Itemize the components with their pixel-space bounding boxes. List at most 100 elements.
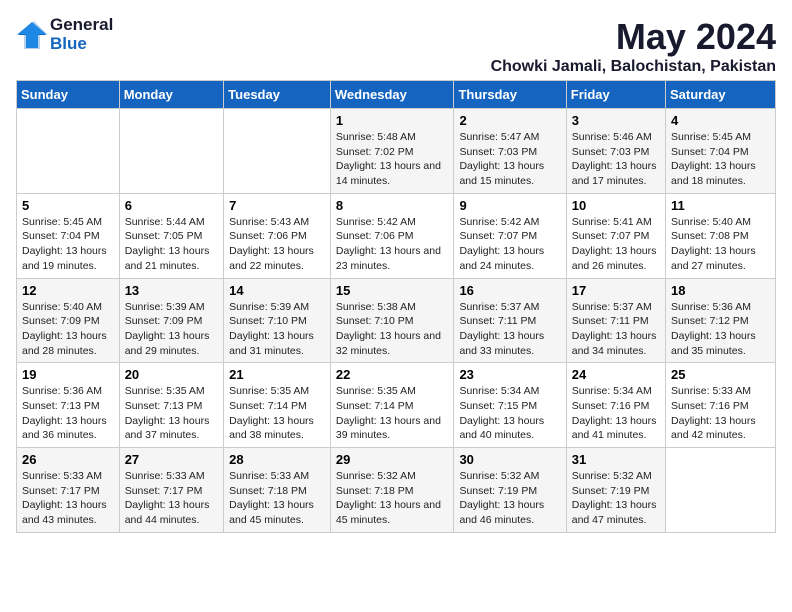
day-info: Sunrise: 5:34 AM Sunset: 7:16 PM Dayligh… xyxy=(572,384,660,443)
calendar-cell: 3 Sunrise: 5:46 AM Sunset: 7:03 PM Daylig… xyxy=(566,109,665,194)
day-info: Sunrise: 5:42 AM Sunset: 7:07 PM Dayligh… xyxy=(459,215,560,274)
calendar-cell: 5 Sunrise: 5:45 AM Sunset: 7:04 PM Daylig… xyxy=(17,193,120,278)
logo-blue: Blue xyxy=(50,35,113,54)
day-number: 26 xyxy=(22,452,114,467)
day-info: Sunrise: 5:33 AM Sunset: 7:16 PM Dayligh… xyxy=(671,384,770,443)
calendar-cell xyxy=(119,109,223,194)
calendar-week-2: 5 Sunrise: 5:45 AM Sunset: 7:04 PM Daylig… xyxy=(17,193,776,278)
day-info: Sunrise: 5:32 AM Sunset: 7:19 PM Dayligh… xyxy=(459,469,560,528)
calendar-cell: 28Sunrise: 5:33 AM Sunset: 7:18 PM Dayli… xyxy=(224,448,331,533)
day-number: 15 xyxy=(336,283,449,298)
day-header-thursday: Thursday xyxy=(454,81,566,109)
calendar-cell: 26 Sunrise: 5:33 AM Sunset: 7:17 PM Dayli… xyxy=(17,448,120,533)
day-number: 30 xyxy=(459,452,560,467)
day-number: 25 xyxy=(671,367,770,382)
day-info: Sunrise: 5:32 AM Sunset: 7:19 PM Dayligh… xyxy=(572,469,660,528)
day-number: 22 xyxy=(336,367,449,382)
day-number: 6 xyxy=(125,198,218,213)
day-info: Sunrise: 5:39 AM Sunset: 7:10 PM Dayligh… xyxy=(229,300,325,359)
calendar-cell: 13 Sunrise: 5:39 AM Sunset: 7:09 PM Dayli… xyxy=(119,278,223,363)
calendar-week-5: 26 Sunrise: 5:33 AM Sunset: 7:17 PM Dayli… xyxy=(17,448,776,533)
day-number: 20 xyxy=(125,367,218,382)
day-number: 14 xyxy=(229,283,325,298)
day-info: Sunrise: 5:33 AM Sunset: 7:17 PM Dayligh… xyxy=(22,469,114,528)
day-info: Sunrise: 5:40 AM Sunset: 7:09 PM Dayligh… xyxy=(22,300,114,359)
day-info: Sunrise: 5:40 AM Sunset: 7:08 PM Dayligh… xyxy=(671,215,770,274)
day-info: Sunrise: 5:35 AM Sunset: 7:14 PM Dayligh… xyxy=(336,384,449,443)
day-info: Sunrise: 5:37 AM Sunset: 7:11 PM Dayligh… xyxy=(572,300,660,359)
day-info: Sunrise: 5:35 AM Sunset: 7:13 PM Dayligh… xyxy=(125,384,218,443)
day-number: 3 xyxy=(572,113,660,128)
calendar-cell: 21 Sunrise: 5:35 AM Sunset: 7:14 PM Dayli… xyxy=(224,363,331,448)
location-title: Chowki Jamali, Balochistan, Pakistan xyxy=(491,58,776,76)
day-number: 8 xyxy=(336,198,449,213)
calendar-cell: 7Sunrise: 5:43 AM Sunset: 7:06 PM Daylig… xyxy=(224,193,331,278)
calendar-cell xyxy=(224,109,331,194)
day-info: Sunrise: 5:48 AM Sunset: 7:02 PM Dayligh… xyxy=(336,130,449,189)
day-info: Sunrise: 5:32 AM Sunset: 7:18 PM Dayligh… xyxy=(336,469,449,528)
day-number: 18 xyxy=(671,283,770,298)
day-number: 17 xyxy=(572,283,660,298)
calendar-cell: 30 Sunrise: 5:32 AM Sunset: 7:19 PM Dayli… xyxy=(454,448,566,533)
day-header-wednesday: Wednesday xyxy=(330,81,454,109)
day-number: 19 xyxy=(22,367,114,382)
day-info: Sunrise: 5:34 AM Sunset: 7:15 PM Dayligh… xyxy=(459,384,560,443)
day-number: 21 xyxy=(229,367,325,382)
logo-general: General xyxy=(50,16,113,35)
calendar-cell: 16Sunrise: 5:37 AM Sunset: 7:11 PM Dayli… xyxy=(454,278,566,363)
calendar-cell: 14 Sunrise: 5:39 AM Sunset: 7:10 PM Dayli… xyxy=(224,278,331,363)
day-number: 28 xyxy=(229,452,325,467)
day-number: 24 xyxy=(572,367,660,382)
day-info: Sunrise: 5:33 AM Sunset: 7:17 PM Dayligh… xyxy=(125,469,218,528)
day-number: 11 xyxy=(671,198,770,213)
day-number: 9 xyxy=(459,198,560,213)
day-number: 23 xyxy=(459,367,560,382)
day-info: Sunrise: 5:38 AM Sunset: 7:10 PM Dayligh… xyxy=(336,300,449,359)
day-number: 10 xyxy=(572,198,660,213)
calendar-cell: 22 Sunrise: 5:35 AM Sunset: 7:14 PM Dayli… xyxy=(330,363,454,448)
day-number: 4 xyxy=(671,113,770,128)
calendar-cell: 31 Sunrise: 5:32 AM Sunset: 7:19 PM Dayli… xyxy=(566,448,665,533)
calendar-cell xyxy=(17,109,120,194)
calendar-cell: 29Sunrise: 5:32 AM Sunset: 7:18 PM Dayli… xyxy=(330,448,454,533)
day-header-friday: Friday xyxy=(566,81,665,109)
day-info: Sunrise: 5:43 AM Sunset: 7:06 PM Dayligh… xyxy=(229,215,325,274)
calendar-cell: 15 Sunrise: 5:38 AM Sunset: 7:10 PM Dayli… xyxy=(330,278,454,363)
calendar-cell: 27Sunrise: 5:33 AM Sunset: 7:17 PM Dayli… xyxy=(119,448,223,533)
day-info: Sunrise: 5:41 AM Sunset: 7:07 PM Dayligh… xyxy=(572,215,660,274)
day-info: Sunrise: 5:35 AM Sunset: 7:14 PM Dayligh… xyxy=(229,384,325,443)
day-info: Sunrise: 5:36 AM Sunset: 7:12 PM Dayligh… xyxy=(671,300,770,359)
day-number: 12 xyxy=(22,283,114,298)
title-block: May 2024 Chowki Jamali, Balochistan, Pak… xyxy=(491,16,776,76)
day-number: 13 xyxy=(125,283,218,298)
day-info: Sunrise: 5:46 AM Sunset: 7:03 PM Dayligh… xyxy=(572,130,660,189)
day-header-monday: Monday xyxy=(119,81,223,109)
day-number: 31 xyxy=(572,452,660,467)
calendar-cell: 19 Sunrise: 5:36 AM Sunset: 7:13 PM Dayli… xyxy=(17,363,120,448)
page-header: General Blue May 2024 Chowki Jamali, Bal… xyxy=(16,16,776,76)
calendar-week-4: 19 Sunrise: 5:36 AM Sunset: 7:13 PM Dayli… xyxy=(17,363,776,448)
day-info: Sunrise: 5:47 AM Sunset: 7:03 PM Dayligh… xyxy=(459,130,560,189)
day-number: 1 xyxy=(336,113,449,128)
calendar-cell: 23 Sunrise: 5:34 AM Sunset: 7:15 PM Dayli… xyxy=(454,363,566,448)
days-header-row: SundayMondayTuesdayWednesdayThursdayFrid… xyxy=(17,81,776,109)
calendar-cell: 8 Sunrise: 5:42 AM Sunset: 7:06 PM Daylig… xyxy=(330,193,454,278)
calendar-week-1: 1 Sunrise: 5:48 AM Sunset: 7:02 PM Daylig… xyxy=(17,109,776,194)
calendar-cell: 18 Sunrise: 5:36 AM Sunset: 7:12 PM Dayli… xyxy=(666,278,776,363)
day-info: Sunrise: 5:45 AM Sunset: 7:04 PM Dayligh… xyxy=(22,215,114,274)
day-info: Sunrise: 5:36 AM Sunset: 7:13 PM Dayligh… xyxy=(22,384,114,443)
calendar-cell: 10 Sunrise: 5:41 AM Sunset: 7:07 PM Dayli… xyxy=(566,193,665,278)
calendar-cell: 20 Sunrise: 5:35 AM Sunset: 7:13 PM Dayli… xyxy=(119,363,223,448)
month-title: May 2024 xyxy=(491,16,776,58)
calendar-cell: 4Sunrise: 5:45 AM Sunset: 7:04 PM Daylig… xyxy=(666,109,776,194)
calendar-cell: 11 Sunrise: 5:40 AM Sunset: 7:08 PM Dayli… xyxy=(666,193,776,278)
day-info: Sunrise: 5:44 AM Sunset: 7:05 PM Dayligh… xyxy=(125,215,218,274)
day-info: Sunrise: 5:42 AM Sunset: 7:06 PM Dayligh… xyxy=(336,215,449,274)
day-info: Sunrise: 5:39 AM Sunset: 7:09 PM Dayligh… xyxy=(125,300,218,359)
day-info: Sunrise: 5:37 AM Sunset: 7:11 PM Dayligh… xyxy=(459,300,560,359)
calendar-cell xyxy=(666,448,776,533)
calendar-cell: 17 Sunrise: 5:37 AM Sunset: 7:11 PM Dayli… xyxy=(566,278,665,363)
calendar-week-3: 12 Sunrise: 5:40 AM Sunset: 7:09 PM Dayli… xyxy=(17,278,776,363)
day-number: 5 xyxy=(22,198,114,213)
calendar-cell: 25 Sunrise: 5:33 AM Sunset: 7:16 PM Dayli… xyxy=(666,363,776,448)
